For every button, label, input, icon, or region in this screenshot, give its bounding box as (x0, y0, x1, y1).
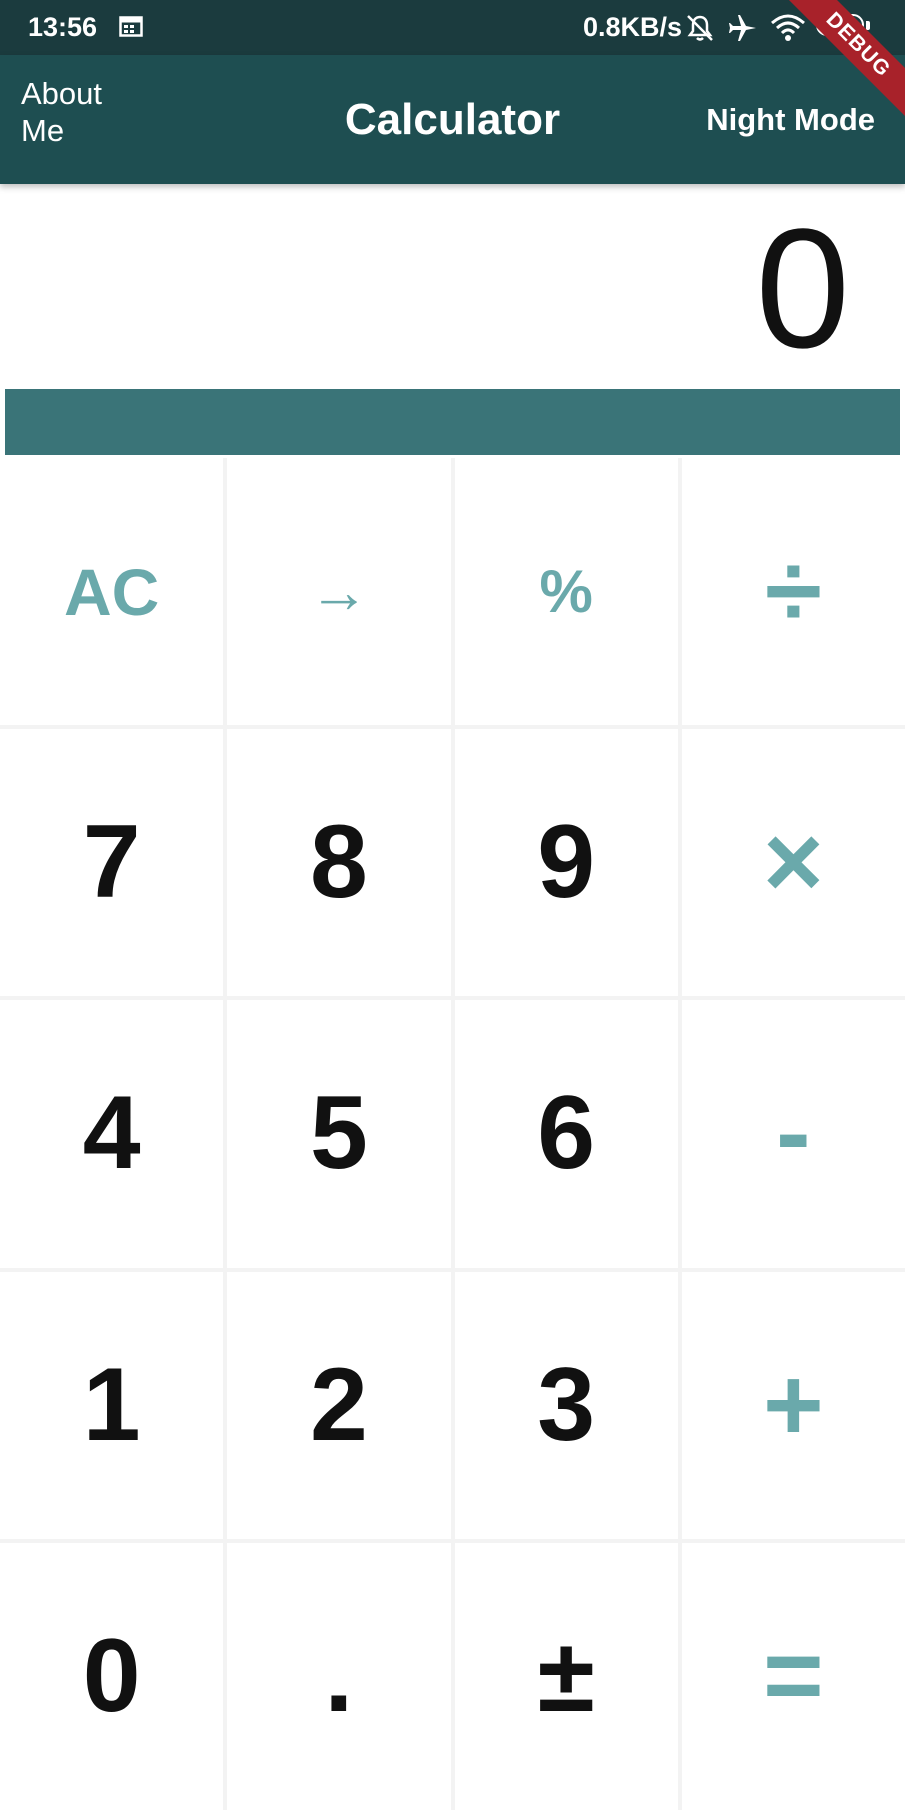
digit-9-button[interactable]: 9 (454, 729, 678, 997)
mute-icon (687, 15, 713, 41)
digit-6-button[interactable]: 6 (454, 1000, 678, 1268)
digit-1-button[interactable]: 1 (0, 1271, 224, 1539)
digit-4-button[interactable]: 4 (0, 1000, 224, 1268)
digit-8-button[interactable]: 8 (227, 729, 451, 997)
decimal-button[interactable]: . (227, 1542, 451, 1810)
network-speed: 0.8KB/s (583, 12, 683, 42)
wifi-icon (771, 14, 805, 41)
add-button[interactable]: + (681, 1271, 905, 1539)
status-bar: 13:56 0.8KB/s 28 (0, 0, 905, 55)
app-bar: About Me Calculator Night Mode (0, 55, 905, 184)
toggle-sign-button[interactable]: ± (454, 1542, 678, 1810)
all-clear-button[interactable]: AC (0, 458, 224, 726)
result-display: 0 (0, 184, 905, 389)
calculator-screen: 13:56 0.8KB/s 28 DEBUG (0, 0, 905, 1810)
digit-3-button[interactable]: 3 (454, 1271, 678, 1539)
divide-button[interactable]: ÷ (681, 458, 905, 726)
keypad: AC → % ÷ 7 8 9 × 4 5 6 - 1 2 3 + 0 . ± = (0, 458, 905, 1810)
digit-0-button[interactable]: 0 (0, 1542, 224, 1810)
multiply-button[interactable]: × (681, 729, 905, 997)
calendar-icon (119, 16, 143, 37)
backspace-button[interactable]: → (227, 458, 451, 726)
subtract-button[interactable]: - (681, 1000, 905, 1268)
status-time: 13:56 (28, 12, 98, 42)
night-mode-button[interactable]: Night Mode (706, 102, 875, 138)
digit-5-button[interactable]: 5 (227, 1000, 451, 1268)
display-value: 0 (755, 194, 850, 384)
airplane-icon (729, 15, 756, 41)
equals-button[interactable]: = (681, 1542, 905, 1810)
percent-button[interactable]: % (454, 458, 678, 726)
display-divider-bar (5, 389, 900, 455)
digit-2-button[interactable]: 2 (227, 1271, 451, 1539)
digit-7-button[interactable]: 7 (0, 729, 224, 997)
